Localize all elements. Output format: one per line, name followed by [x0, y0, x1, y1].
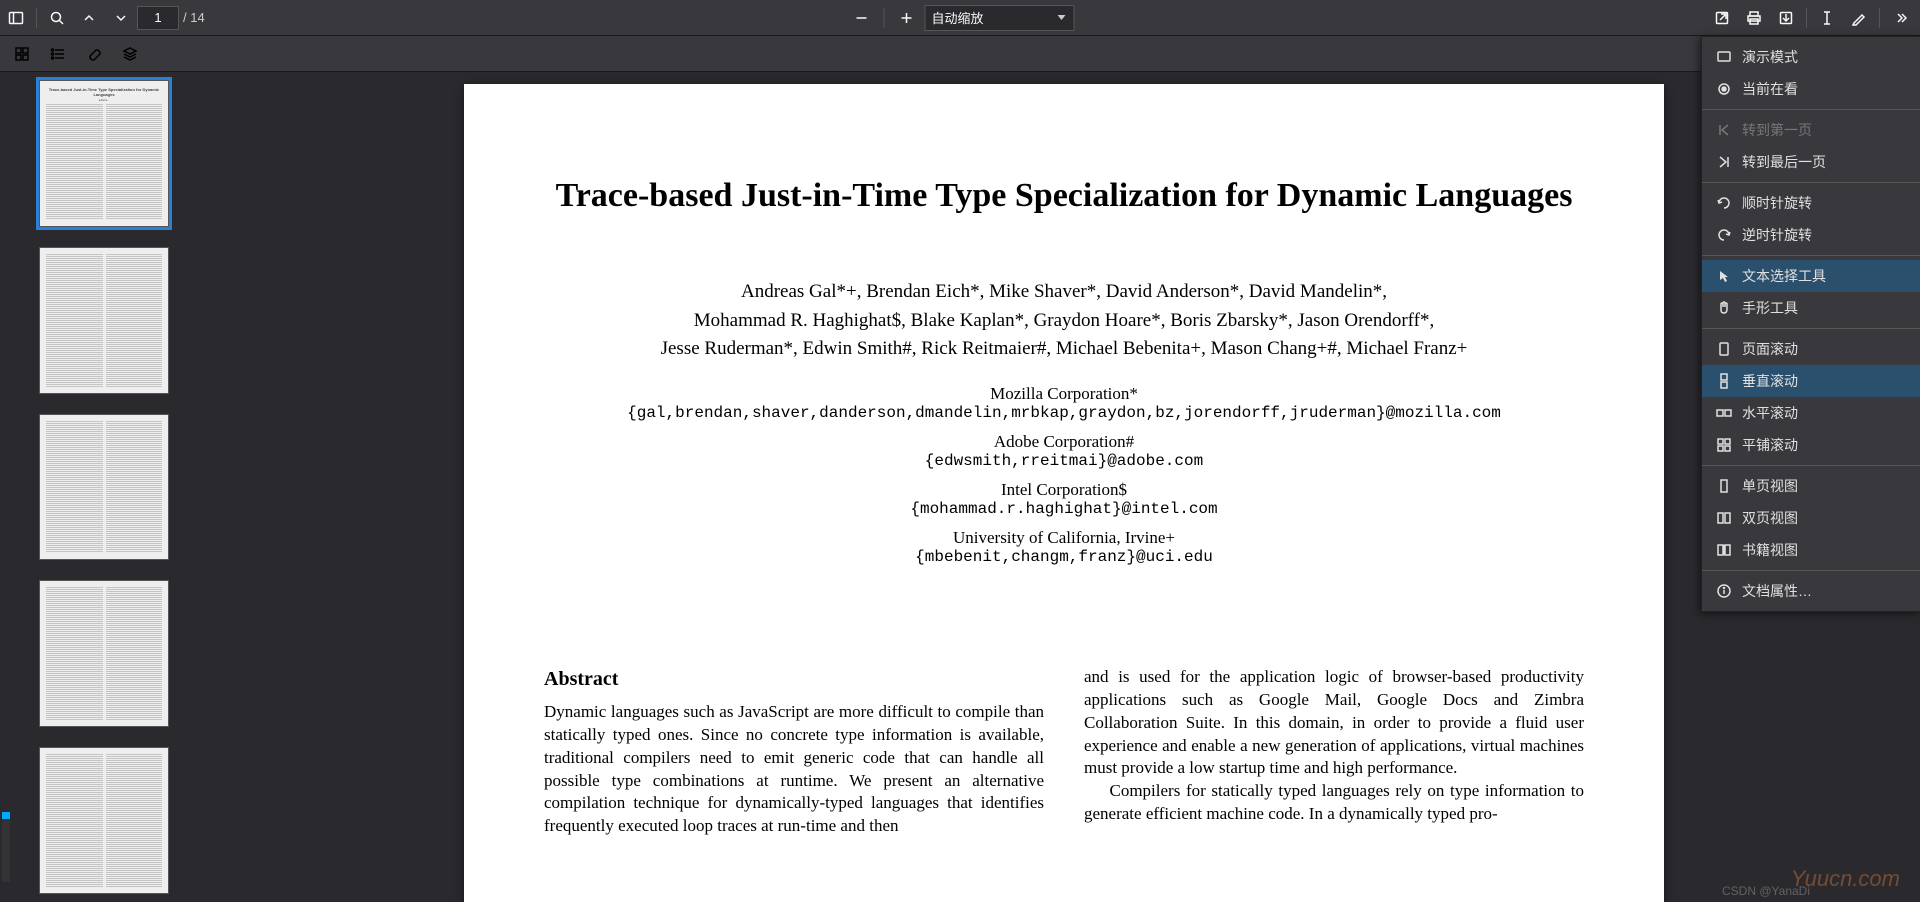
- menu-hand-tool[interactable]: 手形工具: [1702, 292, 1920, 324]
- affiliation-4: University of California, Irvine+ {mbebe…: [544, 528, 1584, 566]
- thumbnails-view-button[interactable]: [6, 38, 38, 70]
- thumbnail-page-1[interactable]: Trace-based Just-in-Time Type Specializa…: [39, 80, 169, 227]
- sidebar-view-toolbar: [0, 36, 1920, 72]
- cursor-text-button[interactable]: [1811, 2, 1843, 34]
- menu-horizontal-scroll[interactable]: 水平滚动: [1702, 397, 1920, 429]
- open-external-button[interactable]: [1706, 2, 1738, 34]
- thumbnail-page-4[interactable]: [39, 580, 169, 727]
- affiliation-2: Adobe Corporation# {edwsmith,rreitmai}@a…: [544, 432, 1584, 470]
- draw-button[interactable]: [1843, 2, 1875, 34]
- menu-text-select-tool[interactable]: 文本选择工具: [1702, 260, 1920, 292]
- outline-view-button[interactable]: [42, 38, 74, 70]
- abstract-left-column: Abstract Dynamic languages such as JavaS…: [544, 666, 1044, 839]
- thumbnail-page-3[interactable]: [39, 414, 169, 561]
- menu-vertical-scroll[interactable]: 垂直滚动: [1702, 365, 1920, 397]
- menu-rotate-ccw[interactable]: 逆时针旋转: [1702, 219, 1920, 251]
- document-viewport[interactable]: Trace-based Just-in-Time Type Specializa…: [208, 72, 1920, 902]
- main-toolbar: / 14 自动缩放 演示模式 当前在看 转到第一页 转到最后一页 顺时针旋转 逆…: [0, 0, 1920, 36]
- menu-page-scroll[interactable]: 页面滚动: [1702, 333, 1920, 365]
- affiliation-1: Mozilla Corporation* {gal,brendan,shaver…: [544, 384, 1584, 422]
- find-button[interactable]: [41, 2, 73, 34]
- paper-title: Trace-based Just-in-Time Type Specializa…: [544, 174, 1584, 218]
- page-count-label: / 14: [183, 10, 205, 25]
- menu-first-page: 转到第一页: [1702, 114, 1920, 146]
- secondary-toolbar-menu: 演示模式 当前在看 转到第一页 转到最后一页 顺时针旋转 逆时针旋转 文本选择工…: [1701, 36, 1920, 612]
- paper-authors: Andreas Gal*+, Brendan Eich*, Mike Shave…: [544, 278, 1584, 364]
- zoom-out-button[interactable]: [846, 2, 878, 34]
- more-tools-button[interactable]: [1884, 2, 1916, 34]
- thumbnail-page-2[interactable]: [39, 247, 169, 394]
- menu-wrapped-scroll[interactable]: 平铺滚动: [1702, 429, 1920, 461]
- layers-view-button[interactable]: [114, 38, 146, 70]
- menu-current-view[interactable]: 当前在看: [1702, 73, 1920, 105]
- menu-single-page[interactable]: 单页视图: [1702, 470, 1920, 502]
- sidebar-toggle-button[interactable]: [0, 2, 32, 34]
- page-1: Trace-based Just-in-Time Type Specializa…: [464, 84, 1664, 902]
- previous-page-button[interactable]: [73, 2, 105, 34]
- affiliation-3: Intel Corporation$ {mohammad.r.haghighat…: [544, 480, 1584, 518]
- zoom-in-button[interactable]: [891, 2, 923, 34]
- menu-book-view[interactable]: 书籍视图: [1702, 534, 1920, 566]
- print-button[interactable]: [1738, 2, 1770, 34]
- scroll-indicator: [2, 812, 10, 882]
- page-number-input[interactable]: [137, 6, 179, 30]
- menu-two-page[interactable]: 双页视图: [1702, 502, 1920, 534]
- menu-last-page[interactable]: 转到最后一页: [1702, 146, 1920, 178]
- zoom-select[interactable]: 自动缩放: [925, 5, 1075, 31]
- attachments-view-button[interactable]: [78, 38, 110, 70]
- next-page-button[interactable]: [105, 2, 137, 34]
- menu-doc-properties[interactable]: 文档属性…: [1702, 575, 1920, 607]
- menu-rotate-cw[interactable]: 顺时针旋转: [1702, 187, 1920, 219]
- thumbnail-sidebar[interactable]: Trace-based Just-in-Time Type Specializa…: [0, 72, 208, 902]
- thumbnail-page-5[interactable]: [39, 747, 169, 894]
- menu-presentation-mode[interactable]: 演示模式: [1702, 41, 1920, 73]
- abstract-right-column: and is used for the application logic of…: [1084, 666, 1584, 839]
- download-button[interactable]: [1770, 2, 1802, 34]
